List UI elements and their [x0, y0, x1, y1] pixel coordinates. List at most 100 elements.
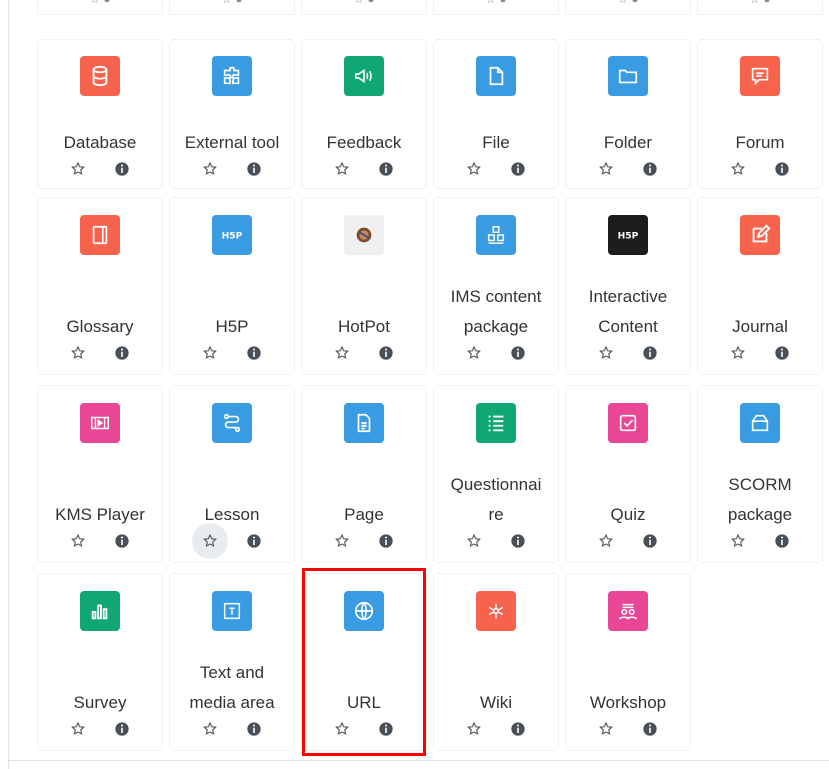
star-icon[interactable] — [199, 342, 221, 364]
tile-label: Interactive — [588, 287, 668, 306]
info-icon[interactable] — [639, 718, 661, 740]
info-icon[interactable] — [243, 718, 265, 740]
network-icon — [476, 591, 516, 631]
activity-tile-workshop[interactable]: Workshop — [566, 574, 690, 750]
star-icon[interactable] — [595, 158, 617, 180]
star-icon[interactable] — [67, 718, 89, 740]
star-icon[interactable] — [463, 530, 485, 552]
star-icon[interactable] — [199, 718, 221, 740]
activity-tile-kms-player[interactable]: KMS Player — [38, 386, 162, 562]
info-icon[interactable] — [375, 158, 397, 180]
info-icon[interactable] — [243, 342, 265, 364]
activity-tile-forum[interactable]: Forum — [698, 40, 822, 188]
info-icon[interactable] — [507, 530, 529, 552]
tile-actions — [434, 526, 558, 556]
info-icon[interactable] — [243, 158, 265, 180]
partial-tile-top: ☆ ● — [38, 0, 162, 14]
file-icon — [476, 56, 516, 96]
tile-actions — [302, 338, 426, 368]
activity-tile-hotpot[interactable]: HotPot — [302, 198, 426, 374]
info-icon[interactable] — [375, 342, 397, 364]
path-icon — [212, 403, 252, 443]
page-icon — [344, 403, 384, 443]
activity-tile-questionnaire[interactable]: Questionnai re — [434, 386, 558, 562]
star-icon[interactable] — [595, 530, 617, 552]
info-icon[interactable] — [111, 342, 133, 364]
list-icon — [476, 403, 516, 443]
info-icon[interactable] — [639, 530, 661, 552]
activity-tile-h5p[interactable]: H5P H5P — [170, 198, 294, 374]
tile-actions — [302, 526, 426, 556]
star-icon[interactable] — [727, 530, 749, 552]
activity-tile-text-and-media-area[interactable]: Text and media area — [170, 574, 294, 750]
star-icon[interactable] — [331, 342, 353, 364]
megaphone-icon — [344, 56, 384, 96]
star-icon[interactable] — [192, 523, 228, 559]
people-icon — [608, 591, 648, 631]
star-icon[interactable] — [595, 342, 617, 364]
info-icon[interactable] — [243, 530, 265, 552]
activity-tile-database[interactable]: Database — [38, 40, 162, 188]
tile-label: Questionnai — [450, 475, 542, 494]
activity-tile-ims-content-package[interactable]: IMS content package — [434, 198, 558, 374]
star-icon[interactable] — [463, 342, 485, 364]
tile-actions — [698, 526, 822, 556]
activity-tile-folder[interactable]: Folder — [566, 40, 690, 188]
info-icon[interactable] — [507, 158, 529, 180]
star-icon[interactable] — [331, 530, 353, 552]
info-icon[interactable] — [507, 718, 529, 740]
activity-tile-file[interactable]: File — [434, 40, 558, 188]
activity-tile-feedback[interactable]: Feedback — [302, 40, 426, 188]
star-icon[interactable] — [595, 718, 617, 740]
info-icon[interactable] — [639, 158, 661, 180]
star-icon[interactable] — [463, 718, 485, 740]
info-icon[interactable] — [375, 530, 397, 552]
tile-label: Text and — [199, 663, 265, 682]
star-icon[interactable] — [199, 158, 221, 180]
forum-icon — [740, 56, 780, 96]
h5p-icon: H5P — [212, 215, 252, 255]
partial-tile-top: ☆ ● — [434, 0, 558, 14]
tile-actions — [302, 154, 426, 184]
activity-tile-glossary[interactable]: Glossary — [38, 198, 162, 374]
panel-bottom-border — [8, 760, 829, 761]
activity-tile-journal[interactable]: Journal — [698, 198, 822, 374]
info-icon[interactable] — [111, 530, 133, 552]
tile-actions — [434, 154, 558, 184]
info-icon[interactable] — [771, 158, 793, 180]
tile-label: SCORM — [728, 475, 792, 494]
tile-actions — [38, 338, 162, 368]
tile-actions — [698, 154, 822, 184]
activity-tile-lesson[interactable]: Lesson — [170, 386, 294, 562]
activity-tile-scorm-package[interactable]: SCORM package — [698, 386, 822, 562]
info-icon[interactable] — [111, 718, 133, 740]
activity-tile-survey[interactable]: Survey — [38, 574, 162, 750]
tile-actions — [38, 154, 162, 184]
activity-tile-wiki[interactable]: Wiki — [434, 574, 558, 750]
activity-tile-external-tool[interactable]: External tool — [170, 40, 294, 188]
star-icon[interactable] — [727, 342, 749, 364]
info-icon[interactable] — [771, 530, 793, 552]
star-icon[interactable] — [67, 158, 89, 180]
star-icon[interactable] — [727, 158, 749, 180]
star-icon[interactable] — [67, 530, 89, 552]
checkbox-icon — [608, 403, 648, 443]
activity-tile-quiz[interactable]: Quiz — [566, 386, 690, 562]
activity-tile-interactive-content[interactable]: H5P Interactive Content — [566, 198, 690, 374]
tile-label: IMS content — [450, 287, 542, 306]
info-icon[interactable] — [771, 342, 793, 364]
partial-tile-top: ☆ ● — [698, 0, 822, 14]
partial-tile-top: ☆ ● — [566, 0, 690, 14]
info-icon[interactable] — [639, 342, 661, 364]
tile-actions — [434, 338, 558, 368]
star-icon[interactable] — [331, 158, 353, 180]
tile-actions — [38, 714, 162, 744]
film-icon — [80, 403, 120, 443]
info-icon[interactable] — [507, 342, 529, 364]
info-icon[interactable] — [111, 158, 133, 180]
activity-tile-page[interactable]: Page — [302, 386, 426, 562]
star-icon[interactable] — [67, 342, 89, 364]
star-icon[interactable] — [463, 158, 485, 180]
edit-icon — [740, 215, 780, 255]
folder-icon — [608, 56, 648, 96]
